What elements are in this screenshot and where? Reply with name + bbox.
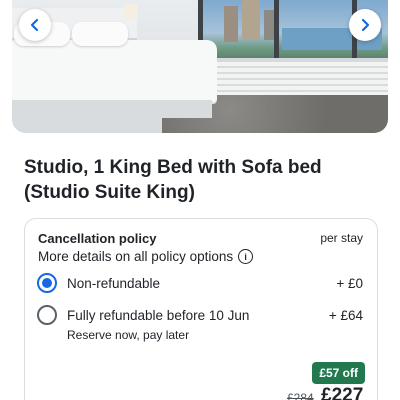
photo-window-frame: [274, 0, 279, 60]
photo-pillow: [72, 22, 128, 46]
option-sublabel: Reserve now, pay later: [67, 328, 190, 342]
info-icon[interactable]: i: [238, 249, 254, 264]
policy-details-link[interactable]: More details on all policy options i: [38, 249, 254, 264]
radio-fully-refundable[interactable]: [37, 305, 57, 325]
previous-photo-button[interactable]: [19, 9, 51, 41]
option-price: + £64: [328, 307, 363, 323]
cancellation-policy-heading: Cancellation policy: [38, 231, 157, 246]
current-price: £227: [321, 385, 364, 400]
photo-bed-base: [12, 100, 212, 118]
option-fully-refundable[interactable]: Fully refundable before 10 Jun + £64: [37, 304, 363, 326]
chevron-right-icon: [361, 18, 370, 32]
photo-building: [224, 6, 238, 42]
option-label: Non-refundable: [67, 275, 161, 291]
room-title: Studio, 1 King Bed with Sofa bed (Studio…: [24, 157, 322, 203]
room-photo[interactable]: [12, 0, 388, 133]
policy-details-text: More details on all policy options: [38, 249, 234, 264]
option-label: Fully refundable before 10 Jun: [67, 307, 250, 323]
chevron-left-icon: [30, 18, 39, 32]
cancellation-policy-card: Cancellation policy per stay More detail…: [24, 218, 378, 400]
option-price: + £0: [336, 275, 363, 291]
next-photo-button[interactable]: [349, 9, 381, 41]
per-stay-label: per stay: [320, 231, 363, 245]
photo-building: [242, 0, 260, 40]
photo-lamp: [124, 4, 138, 20]
discount-badge: £57 off: [312, 362, 365, 384]
original-price: £284: [287, 391, 314, 400]
photo-bed: [12, 40, 217, 102]
option-non-refundable[interactable]: Non-refundable + £0: [37, 272, 363, 294]
radio-non-refundable[interactable]: [37, 273, 57, 293]
